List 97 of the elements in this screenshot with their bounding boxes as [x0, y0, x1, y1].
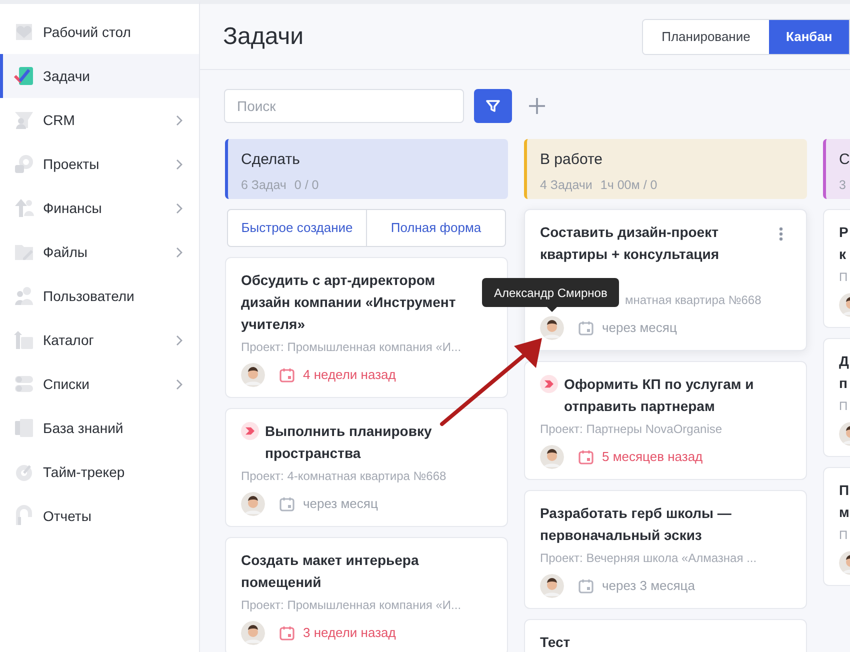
calendar-icon [578, 578, 594, 594]
more-icon[interactable] [779, 227, 783, 241]
box-icon [13, 329, 35, 351]
project-label: Проект: Партнеры NovaOrganise [540, 421, 722, 438]
task-count: 3 [839, 176, 846, 194]
filter-icon [485, 98, 501, 114]
column-title: Сделать [241, 150, 300, 170]
sidebar-label: Каталог [43, 330, 95, 350]
book-icon [13, 417, 35, 439]
chat-icon [13, 153, 35, 175]
task-card[interactable]: Разработать герб школы — первоначальный эскиз Проект: Вечерняя школа «Алмазная ... через 3 месяца [524, 490, 807, 609]
column-title: С [839, 150, 850, 170]
toggle-icon [13, 373, 35, 395]
task-title[interactable]: Оформить КП по услугам и отправить партнерам [564, 373, 770, 417]
sidebar-item[interactable]: Отчеты [0, 494, 199, 538]
sidebar-item[interactable]: Рабочий стол [0, 10, 199, 54]
avatar[interactable] [241, 621, 265, 645]
sidebar-label: Отчеты [43, 506, 92, 526]
sidebar-label: Списки [43, 374, 90, 394]
avatar[interactable] [540, 445, 564, 469]
column-title: В работе [540, 150, 603, 170]
view-tab[interactable]: Планирование [643, 20, 769, 54]
calendar-icon [279, 496, 295, 512]
project-label: мнатная квартира №668 [625, 292, 762, 309]
project-label: П [839, 269, 848, 286]
sidebar-item[interactable]: Пользователи [0, 274, 199, 318]
task-count: 4 Задачи [540, 176, 592, 194]
sidebar-item[interactable]: Каталог [0, 318, 199, 362]
sidebar-label: Файлы [43, 242, 88, 262]
avatar[interactable] [540, 316, 564, 340]
time-summary: 0 / 0 [294, 176, 319, 194]
project-label: Проект: Промышленная компания «И... [241, 597, 462, 614]
page-title: Задачи [223, 22, 304, 52]
project-label: Проект: Вечерняя школа «Алмазная ... [540, 550, 757, 567]
tooltip: Александр Смирнов [482, 278, 620, 307]
task-count: 6 Задач [241, 176, 286, 194]
person-icon [13, 109, 35, 131]
due-date: 5 месяцев назад [602, 448, 703, 466]
task-card[interactable]: Оформить КП по услугам и отправить партнерам Проект: Партнеры NovaOrganise 5 месяцев назад [524, 361, 807, 480]
filter-button[interactable] [474, 89, 512, 123]
people-icon [13, 285, 35, 307]
calendar-icon [279, 625, 295, 641]
due-date: 4 недели назад [303, 366, 396, 384]
sidebar-item[interactable]: База знаний [0, 406, 199, 450]
add-icon[interactable] [528, 97, 546, 115]
project-label: Проект: 4-комнатная квартира №668 [241, 468, 446, 485]
task-title[interactable]: Д п [839, 350, 850, 394]
sidebar-item[interactable]: Проекты [0, 142, 199, 186]
view-tab[interactable]: Канбан [769, 20, 849, 54]
sidebar-label: CRM [43, 110, 76, 130]
checkmark-icon [13, 65, 35, 87]
sidebar-label: Задачи [43, 66, 92, 86]
task-title[interactable]: Тест [540, 631, 570, 652]
task-card[interactable]: Д п П [823, 338, 850, 457]
project-label: П [839, 527, 848, 544]
task-card[interactable]: Тест [524, 619, 807, 652]
task-card[interactable]: П м П [823, 467, 850, 586]
task-title[interactable]: Разработать герб школы — первоначальный эскиз [540, 502, 770, 546]
sidebar-item[interactable]: Финансы [0, 186, 199, 230]
due-date: через месяц [303, 495, 378, 514]
due-date: через месяц [602, 319, 677, 338]
project-label: Проект: Промышленная компания «И... [241, 339, 462, 356]
calendar-icon [578, 449, 594, 465]
sidebar-item[interactable]: Списки [0, 362, 199, 406]
create-button[interactable]: Полная форма [367, 209, 506, 247]
sidebar-label: Пользователи [43, 286, 136, 306]
task-card[interactable]: Р к П [823, 209, 850, 328]
sidebar-item[interactable]: Файлы [0, 230, 199, 274]
project-label: П [839, 398, 848, 415]
sidebar-item[interactable]: Задачи [0, 54, 199, 98]
task-title[interactable]: Выполнить планировку пространства [265, 420, 471, 464]
calendar-icon [578, 320, 594, 336]
task-card[interactable]: Выполнить планировку пространства Проект: 4-комнатная квартира №668 через месяц [225, 408, 508, 527]
create-button[interactable]: Быстрое создание [227, 209, 367, 247]
tooltip-pointer-icon [546, 306, 558, 312]
time-summary: 1ч 00м / 0 [600, 176, 658, 194]
task-title[interactable]: Создать макет интерьера помещений [241, 549, 471, 593]
avatar[interactable] [540, 574, 564, 598]
calendar-icon [279, 367, 295, 383]
avatar[interactable] [241, 363, 265, 387]
task-title[interactable]: Р к [839, 221, 850, 265]
sidebar-label: Проекты [43, 154, 100, 174]
sidebar-label: Финансы [43, 198, 103, 218]
arrow-icon [13, 197, 35, 219]
sidebar-label: Тайм-трекер [43, 462, 126, 482]
task-card[interactable]: Создать макет интерьера помещений Проект: Промышленная компания «И... 3 недели назад [225, 537, 508, 652]
search-field[interactable]: Поиск [224, 89, 464, 123]
due-date: 3 недели назад [303, 624, 396, 642]
sidebar-item[interactable]: Тайм-трекер [0, 450, 199, 494]
task-title[interactable]: Обсудить с арт-директором дизайн компании «Инструмент учителя» [241, 269, 471, 335]
task-title[interactable]: Составить дизайн-проект квартиры + консультация [540, 221, 770, 265]
sidebar-item[interactable]: CRM [0, 98, 199, 142]
sidebar-label: Рабочий стол [43, 22, 132, 42]
task-title[interactable]: П м [839, 479, 850, 523]
avatar[interactable] [241, 492, 265, 516]
due-date: через 3 месяца [602, 577, 695, 596]
sidebar-label: База знаний [43, 418, 124, 438]
